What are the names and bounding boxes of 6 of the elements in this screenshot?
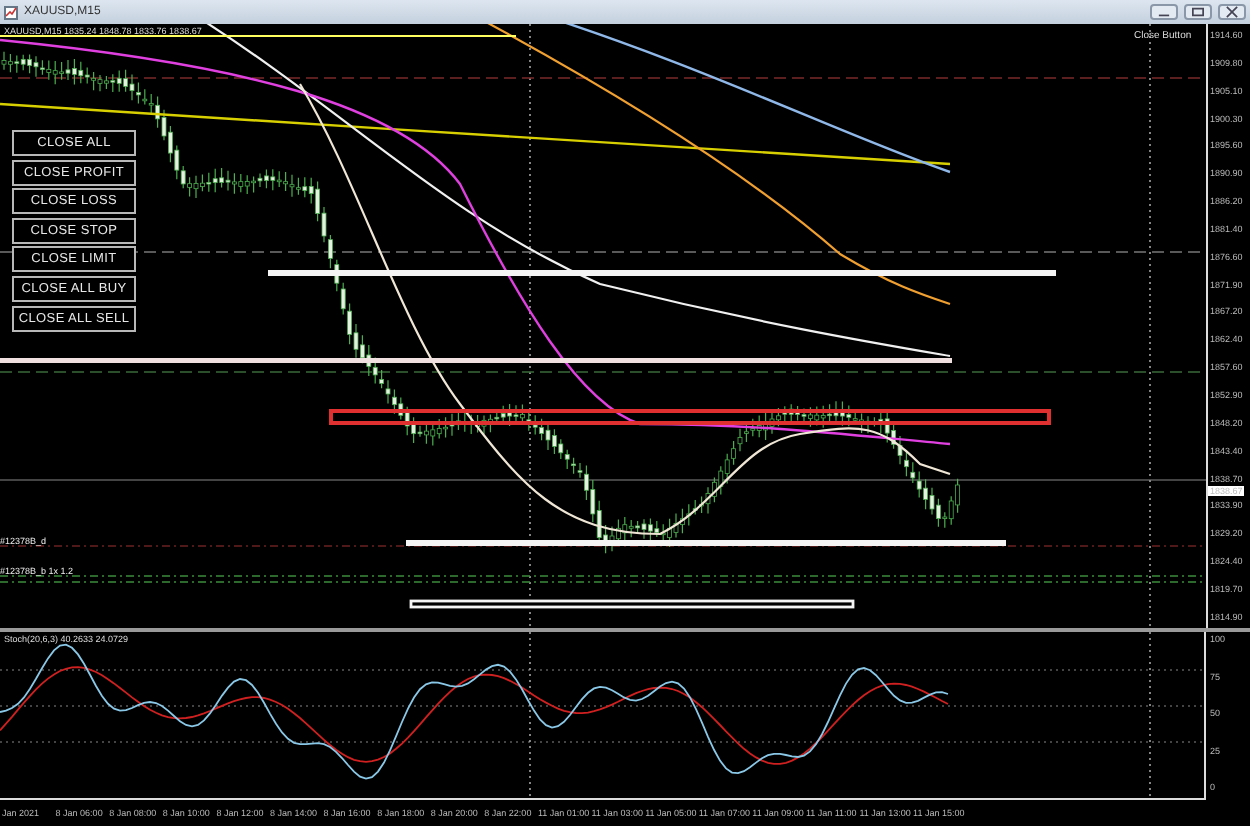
maximize-button[interactable] [1184, 4, 1212, 20]
chart-icon [4, 5, 18, 19]
close-icon [1220, 4, 1244, 20]
maximize-icon [1186, 4, 1210, 20]
minimize-button[interactable] [1150, 4, 1178, 20]
close-button[interactable] [1218, 4, 1246, 20]
